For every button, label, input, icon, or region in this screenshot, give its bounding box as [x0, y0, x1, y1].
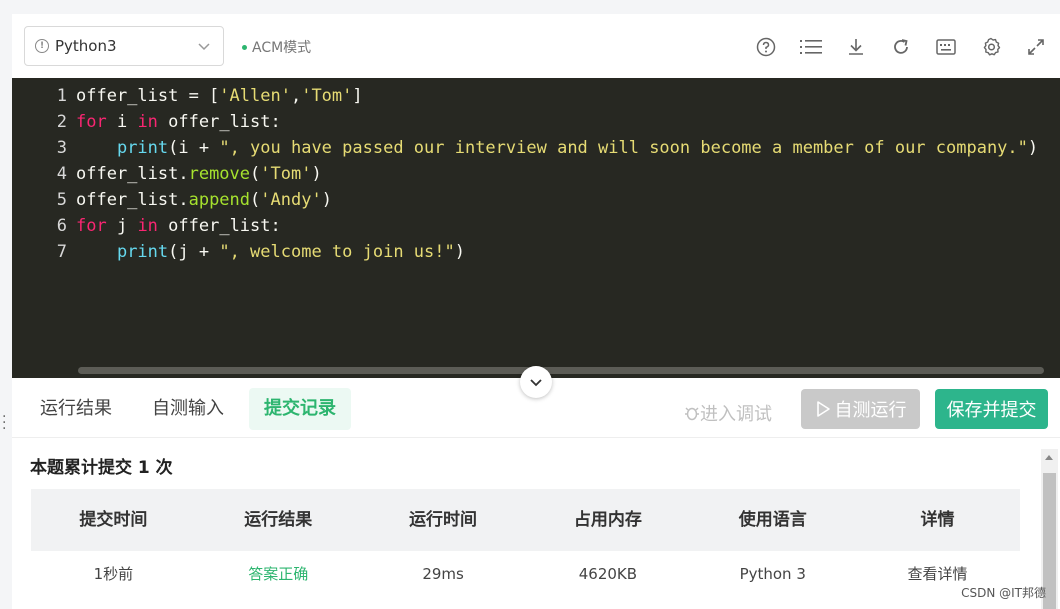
- code-token: ,: [290, 86, 302, 106]
- debug-button[interactable]: 进入调试: [684, 400, 772, 426]
- self-run-button[interactable]: 自测运行: [801, 389, 920, 429]
- tab-self-input[interactable]: 自测输入: [137, 388, 239, 430]
- code-line: 3 print(i + ", you have passed our inter…: [12, 135, 1038, 161]
- list-icon[interactable]: [797, 34, 825, 60]
- string-token: 'Tom': [260, 164, 312, 184]
- bug-icon: [685, 407, 699, 421]
- method-token: remove: [188, 164, 251, 184]
- function-token: print: [116, 138, 169, 158]
- submission-table: 提交时间 运行结果 运行时间 占用内存 使用语言 详情 1秒前 答案正确 29m…: [31, 489, 1020, 597]
- line-number: 5: [56, 190, 67, 210]
- language-cell: Python 3: [739, 565, 806, 583]
- string-token: 'Allen': [219, 86, 291, 106]
- info-icon: !: [35, 39, 49, 53]
- status-dot: [242, 44, 247, 50]
- code-token: ): [311, 164, 322, 184]
- drag-handle-icon[interactable]: · · ·: [2, 410, 6, 436]
- code-line: 7 print(j + ", welcome to join us!"): [12, 239, 465, 265]
- settings-icon[interactable]: [977, 34, 1005, 60]
- collapse-editor-button[interactable]: [520, 366, 552, 398]
- method-token: append: [188, 190, 251, 210]
- fullscreen-icon[interactable]: [1022, 34, 1050, 60]
- code-token: (: [250, 190, 261, 210]
- code-token: ): [321, 190, 332, 210]
- submission-summary: 本题累计提交 1 次: [30, 458, 173, 478]
- column-header: 使用语言: [738, 510, 807, 530]
- horizontal-scrollbar[interactable]: [78, 367, 1044, 374]
- code-line: 6 for j in offer_list:: [12, 213, 281, 239]
- keyword-token: for: [76, 112, 107, 132]
- chevron-down-icon: [197, 39, 211, 57]
- self-run-label: 自测运行: [834, 400, 907, 421]
- help-icon[interactable]: [752, 34, 780, 60]
- column-header: 运行时间: [409, 510, 478, 530]
- line-number: 7: [56, 242, 67, 262]
- table-header: 提交时间 运行结果 运行时间 占用内存 使用语言 详情: [31, 489, 1020, 551]
- code-token: j: [106, 216, 138, 236]
- string-token: 'Tom': [301, 86, 353, 106]
- code-token: ]: [352, 86, 363, 106]
- code-line: 4 offer_list.remove('Tom'): [12, 161, 322, 187]
- submit-records-panel: 本题累计提交 1 次 提交时间 运行结果 运行时间 占用内存 使用语言 详情 1…: [12, 439, 1060, 609]
- language-select[interactable]: ! Python3: [24, 26, 224, 66]
- keyword-token: in: [137, 112, 158, 132]
- code-line: 1 offer_list = ['Allen','Tom']: [12, 83, 363, 109]
- code-token: ): [454, 242, 465, 262]
- refresh-icon[interactable]: [887, 34, 915, 60]
- line-number: 6: [56, 216, 67, 236]
- save-submit-button[interactable]: 保存并提交: [935, 389, 1048, 429]
- line-number: 3: [56, 138, 67, 158]
- code-token: offer_list:: [157, 112, 281, 132]
- code-token: i: [106, 112, 138, 132]
- code-token: (: [250, 164, 261, 184]
- download-icon[interactable]: [842, 34, 870, 60]
- editor-toolbar: ! Python3 ACM模式: [12, 14, 1060, 78]
- code-panel: ! Python3 ACM模式 1 offer_list = ['Allen',…: [12, 14, 1060, 609]
- scroll-up-arrow-icon[interactable]: [1045, 455, 1053, 460]
- debug-label: 进入调试: [700, 404, 772, 425]
- chevron-down-icon: [530, 379, 542, 387]
- column-header: 详情: [920, 510, 955, 530]
- table-row: 1秒前 答案正确 29ms 4620KB Python 3 查看详情: [31, 551, 1020, 597]
- tab-submit-records[interactable]: 提交记录: [249, 388, 351, 430]
- run-result-cell: 答案正确: [248, 565, 309, 583]
- line-number: 1: [56, 86, 67, 106]
- string-token: ", welcome to join us!": [219, 242, 455, 262]
- code-editor[interactable]: 1 offer_list = ['Allen','Tom'] 2 for i in …: [12, 78, 1060, 378]
- line-number: 4: [56, 164, 67, 184]
- column-header: 占用内存: [573, 510, 642, 530]
- code-line: 2 for i in offer_list:: [12, 109, 281, 135]
- code-token: offer_list:: [157, 216, 281, 236]
- keyword-token: for: [76, 216, 107, 236]
- code-line: 5 offer_list.append('Andy'): [12, 187, 332, 213]
- keyboard-icon[interactable]: [932, 34, 960, 60]
- line-number: 2: [56, 112, 67, 132]
- submit-time-cell: 1秒前: [93, 565, 134, 583]
- code-token: (i +: [168, 138, 220, 158]
- watermark: CSDN @IT邦德: [961, 586, 1046, 600]
- language-value: Python3: [55, 37, 117, 55]
- string-token: 'Andy': [260, 190, 322, 210]
- acm-mode-label: ACM模式: [252, 40, 312, 56]
- column-header: 提交时间: [79, 510, 148, 530]
- code-token: offer_list.: [76, 190, 189, 210]
- tab-run-result[interactable]: 运行结果: [25, 388, 127, 430]
- column-header: 运行结果: [244, 510, 313, 530]
- keyword-token: in: [137, 216, 158, 236]
- code-token: ): [1027, 138, 1039, 158]
- code-token: (j +: [168, 242, 220, 262]
- code-token: offer_list = [: [76, 86, 220, 106]
- code-token: offer_list.: [76, 164, 189, 184]
- string-token: ", you have passed our interview and wil…: [219, 138, 1028, 158]
- memory-cell: 4620KB: [578, 565, 638, 583]
- play-icon: [816, 401, 830, 417]
- function-token: print: [116, 242, 169, 262]
- acm-mode-toggle[interactable]: ACM模式: [242, 37, 311, 57]
- run-time-cell: 29ms: [422, 565, 464, 583]
- toolbar-icons: [752, 34, 1050, 60]
